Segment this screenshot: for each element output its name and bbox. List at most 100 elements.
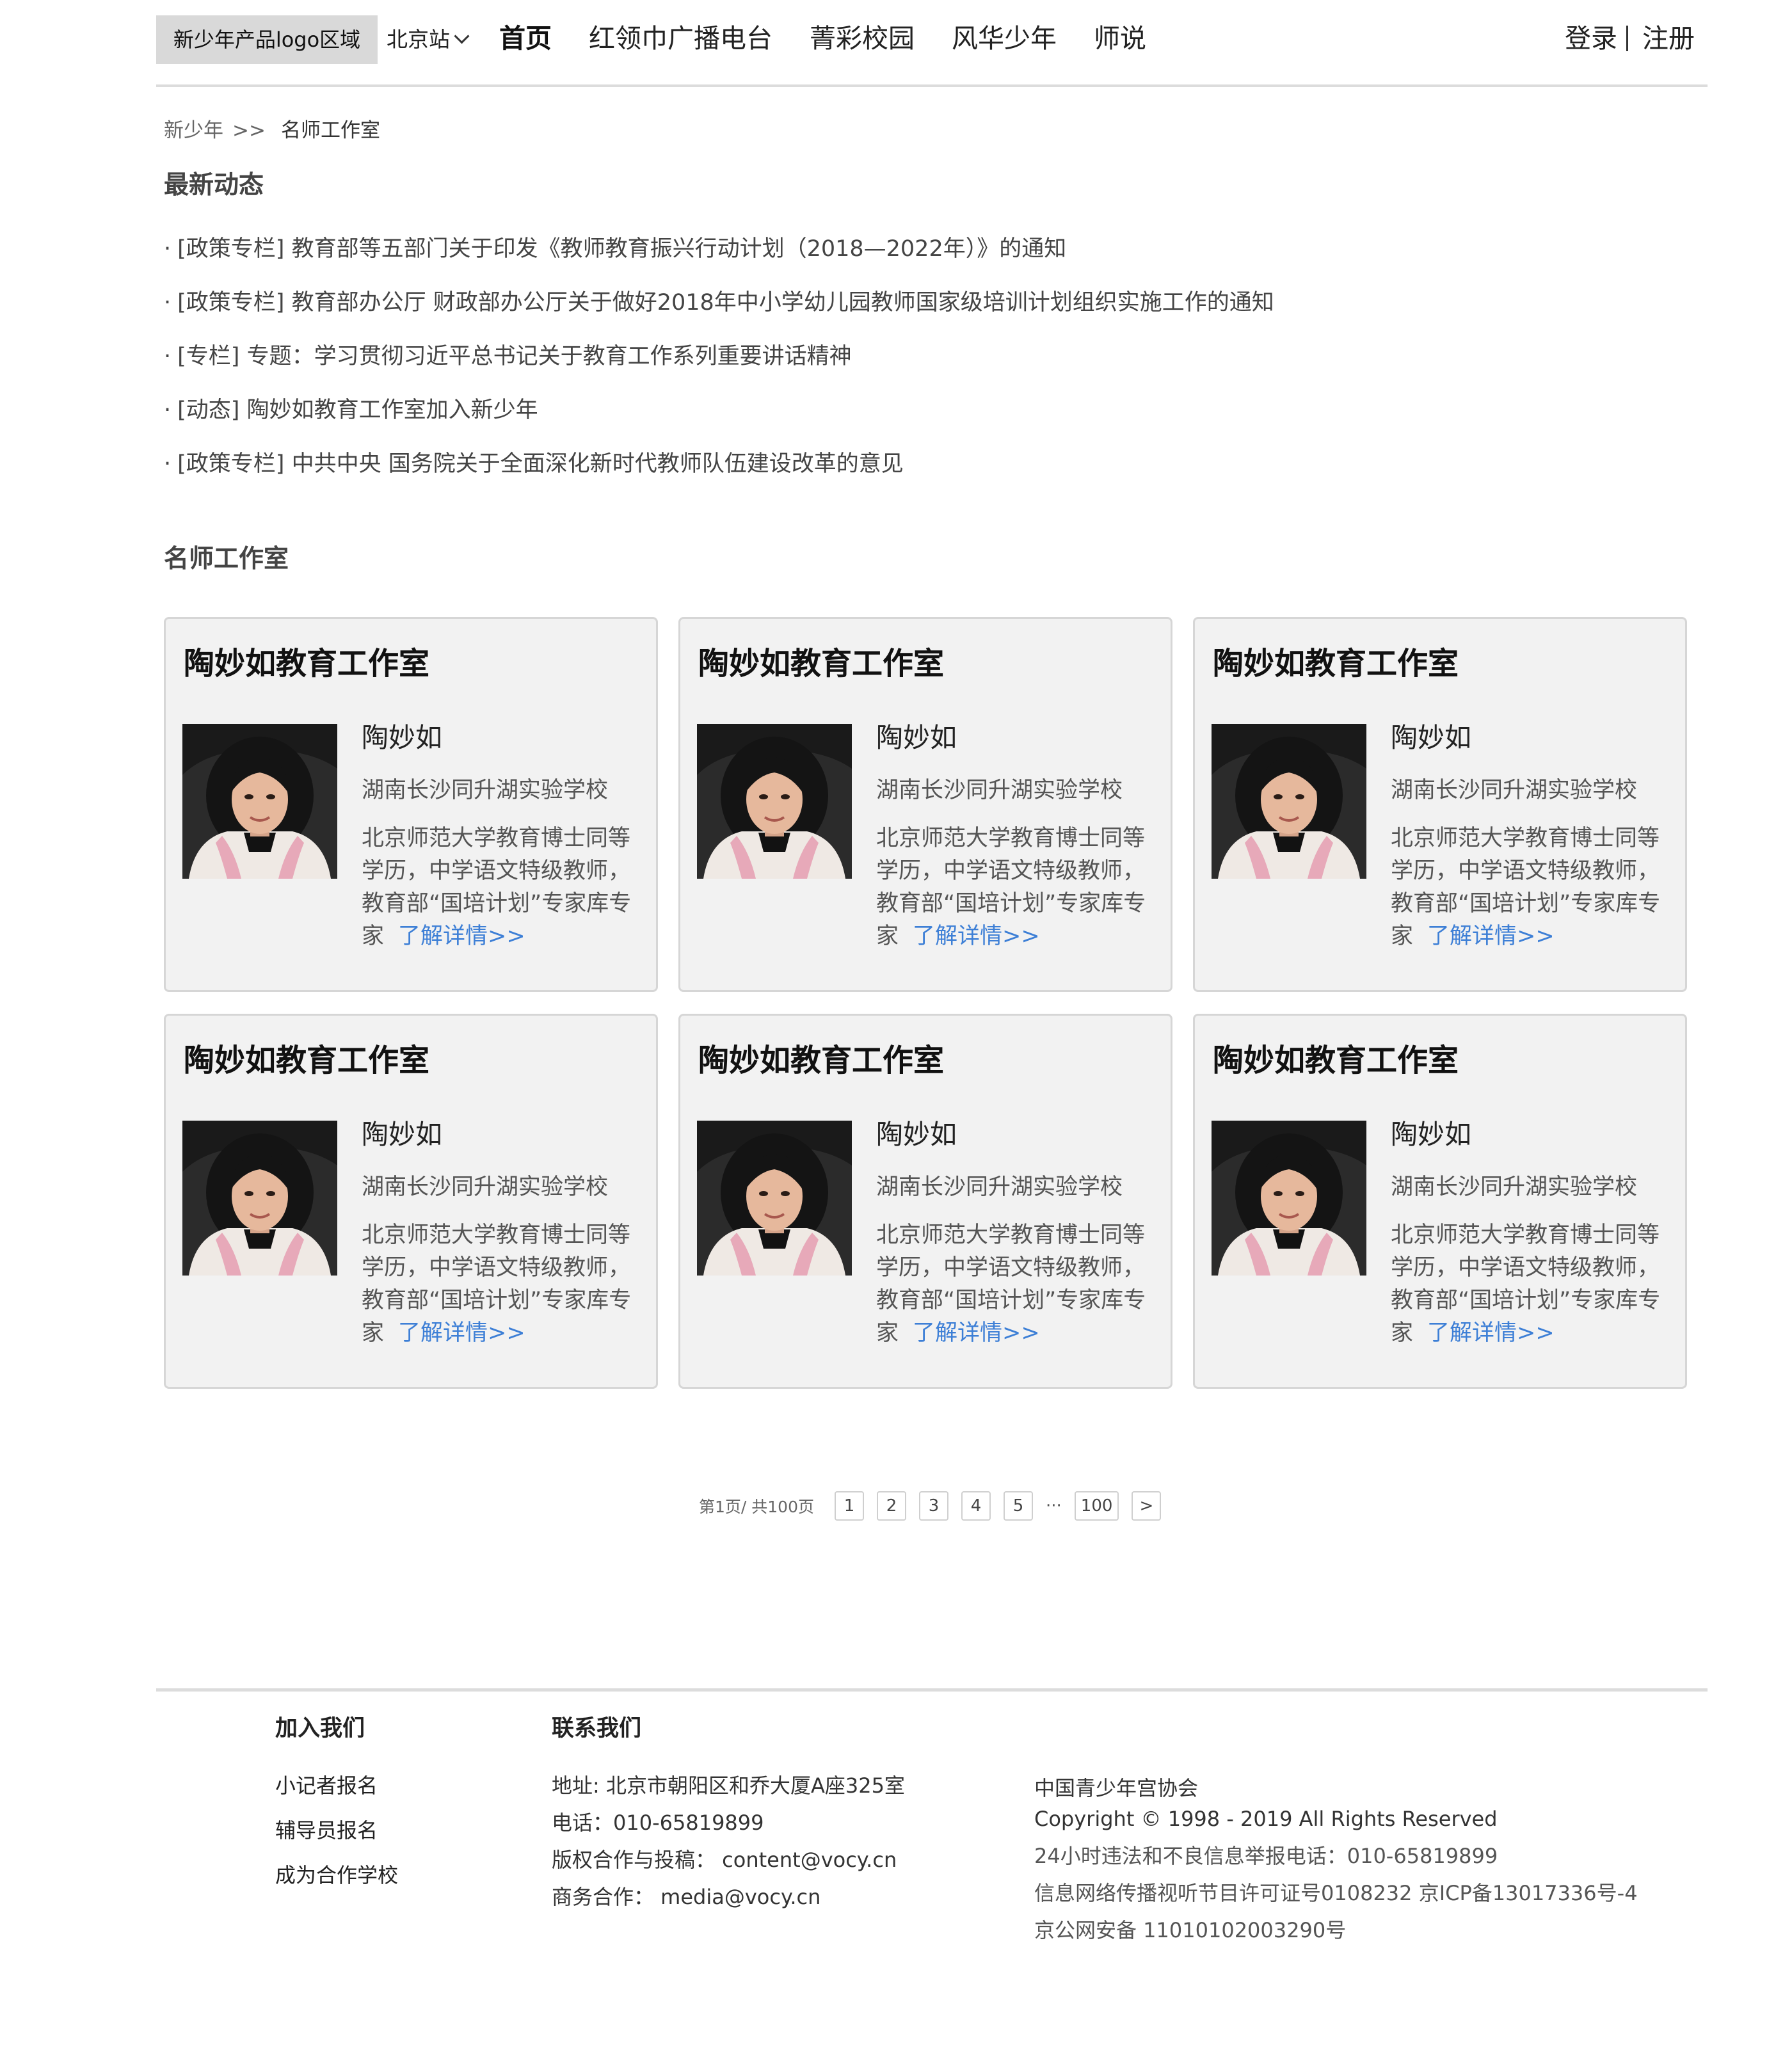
teacher-photo (697, 724, 852, 879)
footer-link-reporter[interactable]: 小记者报名 (275, 1770, 398, 1801)
nav-item-youth[interactable]: 风华少年 (952, 19, 1057, 58)
contact-business-email[interactable]: 商务合作： media@vocy.cn (552, 1882, 905, 1912)
news-item-text: [政策专栏] 教育部办公厅 财政部办公厅关于做好2018年中小学幼儿园教师国家级… (177, 290, 1274, 316)
studio-title[interactable]: 陶妙如教育工作室 (1213, 643, 1459, 684)
nav-item-teacher-talk[interactable]: 师说 (1094, 19, 1146, 58)
nav-item-radio[interactable]: 红领巾广播电台 (589, 19, 772, 58)
studio-title[interactable]: 陶妙如教育工作室 (698, 643, 944, 684)
teacher-school: 湖南长沙同升湖实验学校 (362, 1174, 609, 1200)
learn-more-link[interactable]: 了解详情>> (398, 1320, 525, 1346)
news-item[interactable]: · [政策专栏] 中共中央 国务院关于全面深化新时代教师队伍建设改革的意见 (164, 448, 1274, 502)
studio-title[interactable]: 陶妙如教育工作室 (1213, 1040, 1459, 1081)
studio-card[interactable]: 陶妙如教育工作室 陶妙如 湖南长沙同升湖实验学校 北京师范大学教育博士同等学历，… (164, 1014, 658, 1389)
teacher-description: 北京师范大学教育博士同等学历，中学语文特级教师，教育部“国培计划”专家库专家 了解… (1391, 822, 1672, 953)
page-button-5[interactable]: 5 (1004, 1491, 1033, 1521)
studio-card-grid: 陶妙如教育工作室 陶妙如 湖南长沙同升湖实验学校 北京师范大学教育博士同等学历，… (164, 617, 1697, 1394)
nav-item-home[interactable]: 首页 (499, 19, 552, 58)
teacher-name: 陶妙如 (1391, 1119, 1472, 1150)
pagination: 第1页/ 共100页 1 2 3 4 5 ··· 100 > (699, 1490, 1174, 1522)
page-button-2[interactable]: 2 (877, 1491, 906, 1521)
learn-more-link[interactable]: 了解详情>> (913, 924, 1040, 949)
footer-contact-column: 联系我们 地址: 北京市朝阳区和乔大厦A座325室 电话：010-6581989… (552, 1713, 905, 1912)
bullet: · (164, 236, 172, 262)
footer-license[interactable]: 信息网络传播视听节目许可证号0108232 京ICP备13017336号-4 (1034, 1878, 1638, 1908)
learn-more-link[interactable]: 了解详情>> (1427, 924, 1555, 949)
studio-card[interactable]: 陶妙如教育工作室 陶妙如 湖南长沙同升湖实验学校 北京师范大学教育博士同等学历，… (678, 617, 1172, 992)
city-selector[interactable]: 北京站 (387, 26, 470, 54)
login-link[interactable]: 登录 (1565, 23, 1617, 54)
teacher-school: 湖南长沙同升湖实验学校 (362, 778, 609, 803)
teacher-school: 湖南长沙同升湖实验学校 (1391, 778, 1638, 803)
teacher-description: 北京师范大学教育博士同等学历，中学语文特级教师，教育部“国培计划”专家库专家 了解… (362, 822, 643, 953)
studio-card[interactable]: 陶妙如教育工作室 陶妙如 湖南长沙同升湖实验学校 北京师范大学教育博士同等学历，… (678, 1014, 1172, 1389)
footer-divider (156, 1688, 1708, 1692)
site-logo[interactable]: 新少年产品logo区域 (156, 15, 378, 64)
nav-item-campus[interactable]: 菁彩校园 (810, 19, 915, 58)
studio-card[interactable]: 陶妙如教育工作室 陶妙如 湖南长沙同升湖实验学校 北京师范大学教育博士同等学历，… (1193, 617, 1687, 992)
contact-phone: 电话：010-65819899 (552, 1811, 764, 1835)
contact-copyright-email[interactable]: 版权合作与投稿： content@vocy.cn (552, 1844, 905, 1875)
footer-copyright: Copyright © 1998 - 2019 All Rights Reser… (1034, 1807, 1498, 1831)
teacher-description: 北京师范大学教育博士同等学历，中学语文特级教师，教育部“国培计划”专家库专家 了解… (362, 1219, 643, 1350)
news-item-text: [动态] 陶妙如教育工作室加入新少年 (177, 397, 538, 423)
page-info: 第1页/ 共100页 (699, 1498, 814, 1516)
teacher-name: 陶妙如 (362, 1119, 443, 1150)
page-button-1[interactable]: 1 (835, 1491, 864, 1521)
teacher-name: 陶妙如 (876, 722, 957, 753)
teacher-photo (697, 1121, 852, 1276)
learn-more-link[interactable]: 了解详情>> (913, 1320, 1040, 1346)
teacher-school: 湖南长沙同升湖实验学校 (876, 1174, 1123, 1200)
bullet: · (164, 290, 172, 316)
teacher-photo (1212, 1121, 1366, 1276)
footer-join-column: 加入我们 小记者报名 辅导员报名 成为合作学校 (275, 1713, 398, 1891)
learn-more-link[interactable]: 了解详情>> (1427, 1320, 1555, 1346)
learn-more-link[interactable]: 了解详情>> (398, 924, 525, 949)
next-page-button[interactable]: > (1132, 1491, 1162, 1521)
contact-address: 地址: 北京市朝阳区和乔大厦A座325室 (552, 1773, 905, 1798)
footer-police-record[interactable]: 京公网安备 11010102003290号 (1034, 1915, 1638, 1946)
footer-org: 中国青少年宫协会 (1034, 1776, 1199, 1800)
site-header: 新少年产品logo区域 北京站 首页 红领巾广播电台 菁彩校园 风华少年 师说 … (156, 13, 1708, 74)
city-label: 北京站 (387, 27, 450, 52)
studio-title[interactable]: 陶妙如教育工作室 (184, 1040, 429, 1081)
footer-link-counselor[interactable]: 辅导员报名 (275, 1815, 398, 1846)
footer-join-title: 加入我们 (275, 1716, 365, 1741)
studio-card[interactable]: 陶妙如教育工作室 陶妙如 湖南长沙同升湖实验学校 北京师范大学教育博士同等学历，… (1193, 1014, 1687, 1389)
news-item-text: [政策专栏] 教育部等五部门关于印发《教师教育振兴行动计划（2018—2022年… (177, 236, 1067, 262)
footer-link-partner-school[interactable]: 成为合作学校 (275, 1860, 398, 1891)
news-item[interactable]: · [政策专栏] 教育部等五部门关于印发《教师教育振兴行动计划（2018—2022… (164, 233, 1274, 287)
breadcrumb: 新少年 >> 名师工作室 (164, 115, 380, 146)
page-button-4[interactable]: 4 (961, 1491, 991, 1521)
page-button-last[interactable]: 100 (1074, 1491, 1119, 1521)
studio-title[interactable]: 陶妙如教育工作室 (184, 643, 429, 684)
bullet: · (164, 451, 172, 477)
page-button-3[interactable]: 3 (919, 1491, 948, 1521)
news-item[interactable]: · [动态] 陶妙如教育工作室加入新少年 (164, 394, 1274, 448)
news-item-text: [政策专栏] 中共中央 国务院关于全面深化新时代教师队伍建设改革的意见 (177, 451, 904, 477)
footer-contact-title: 联系我们 (552, 1716, 642, 1741)
breadcrumb-home[interactable]: 新少年 (164, 119, 223, 142)
teacher-name: 陶妙如 (876, 1119, 957, 1150)
footer-report-hotline: 24小时违法和不良信息举报电话：010-65819899 (1034, 1844, 1498, 1868)
teacher-school: 湖南长沙同升湖实验学校 (1391, 1174, 1638, 1200)
register-link[interactable]: 注册 (1642, 23, 1695, 54)
news-item[interactable]: · [专栏] 专题：学习贯彻习近平总书记关于教育工作系列重要讲话精神 (164, 340, 1274, 394)
bullet: · (164, 344, 172, 369)
teacher-description: 北京师范大学教育博士同等学历，中学语文特级教师，教育部“国培计划”专家库专家 了解… (876, 822, 1158, 953)
teacher-photo (182, 1121, 337, 1276)
breadcrumb-current: 名师工作室 (280, 119, 380, 142)
header-divider (156, 84, 1708, 87)
auth-links: 登录 注册 (1565, 19, 1695, 58)
main-nav: 首页 红领巾广播电台 菁彩校园 风华少年 师说 (499, 19, 1183, 58)
teacher-description: 北京师范大学教育博士同等学历，中学语文特级教师，教育部“国培计划”专家库专家 了解… (1391, 1219, 1672, 1350)
chevron-down-icon (454, 28, 470, 44)
teacher-name: 陶妙如 (362, 722, 443, 753)
studio-title[interactable]: 陶妙如教育工作室 (698, 1040, 944, 1081)
bullet: · (164, 397, 172, 423)
studios-section-title: 名师工作室 (164, 545, 289, 573)
teacher-school: 湖南长沙同升湖实验学校 (876, 778, 1123, 803)
studio-card[interactable]: 陶妙如教育工作室 陶妙如 湖南长沙同升湖实验学校 北京师范大学教育博士同等学历，… (164, 617, 658, 992)
auth-divider (1626, 26, 1628, 51)
news-item-text: [专栏] 专题：学习贯彻习近平总书记关于教育工作系列重要讲话精神 (177, 344, 852, 369)
news-item[interactable]: · [政策专栏] 教育部办公厅 财政部办公厅关于做好2018年中小学幼儿园教师国家… (164, 287, 1274, 340)
